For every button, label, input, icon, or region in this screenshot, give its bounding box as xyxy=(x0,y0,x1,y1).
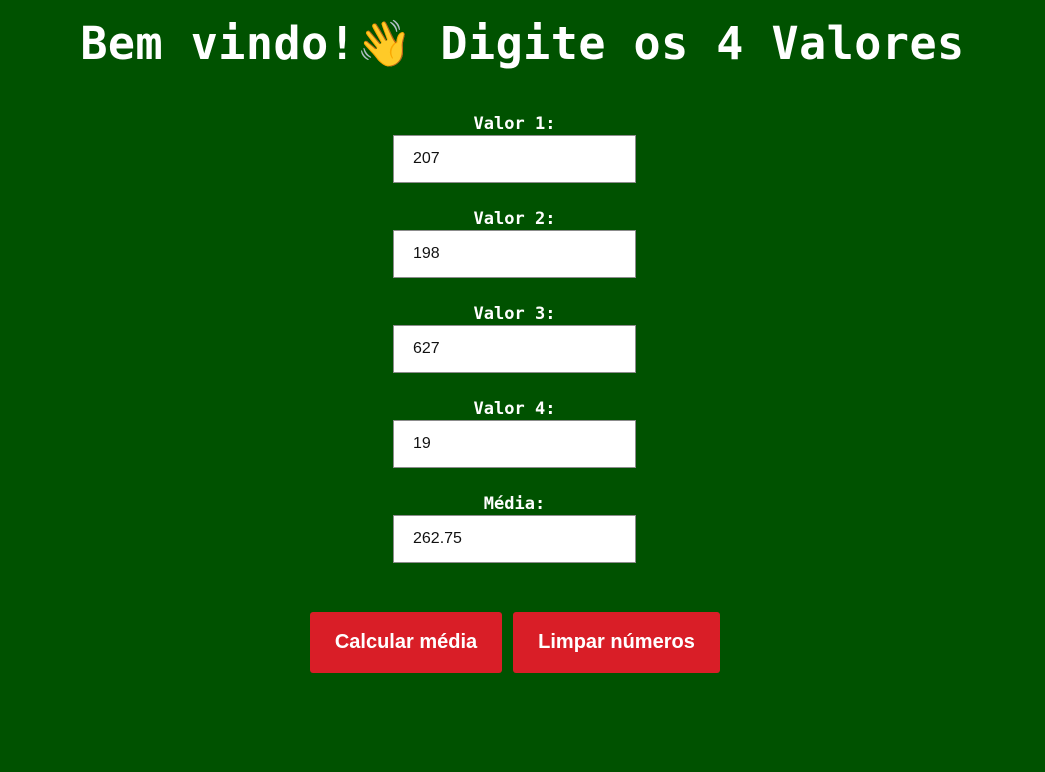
field-valor-4: Valor 4: xyxy=(0,397,1045,492)
valor-1-input[interactable] xyxy=(393,135,636,183)
valor-4-label: Valor 4: xyxy=(473,399,556,419)
page-title: Bem vindo!👋 Digite os 4 Valores xyxy=(80,17,965,70)
field-media: Média: xyxy=(0,492,1045,587)
valor-3-input[interactable] xyxy=(393,325,636,373)
field-valor-2: Valor 2: xyxy=(0,207,1045,302)
valor-4-input[interactable] xyxy=(393,420,636,468)
valor-3-label: Valor 3: xyxy=(473,304,556,324)
valor-1-label: Valor 1: xyxy=(473,114,556,134)
media-output[interactable] xyxy=(393,515,636,563)
calculate-average-button[interactable]: Calcular média xyxy=(310,612,502,673)
valor-2-label: Valor 2: xyxy=(473,209,556,229)
valor-2-input[interactable] xyxy=(393,230,636,278)
field-valor-1: Valor 1: xyxy=(0,112,1045,207)
clear-numbers-button[interactable]: Limpar números xyxy=(513,612,720,673)
values-form: Valor 1: Valor 2: Valor 3: Valor 4: Médi… xyxy=(0,112,1045,587)
media-label: Média: xyxy=(483,494,546,514)
field-valor-3: Valor 3: xyxy=(0,302,1045,397)
